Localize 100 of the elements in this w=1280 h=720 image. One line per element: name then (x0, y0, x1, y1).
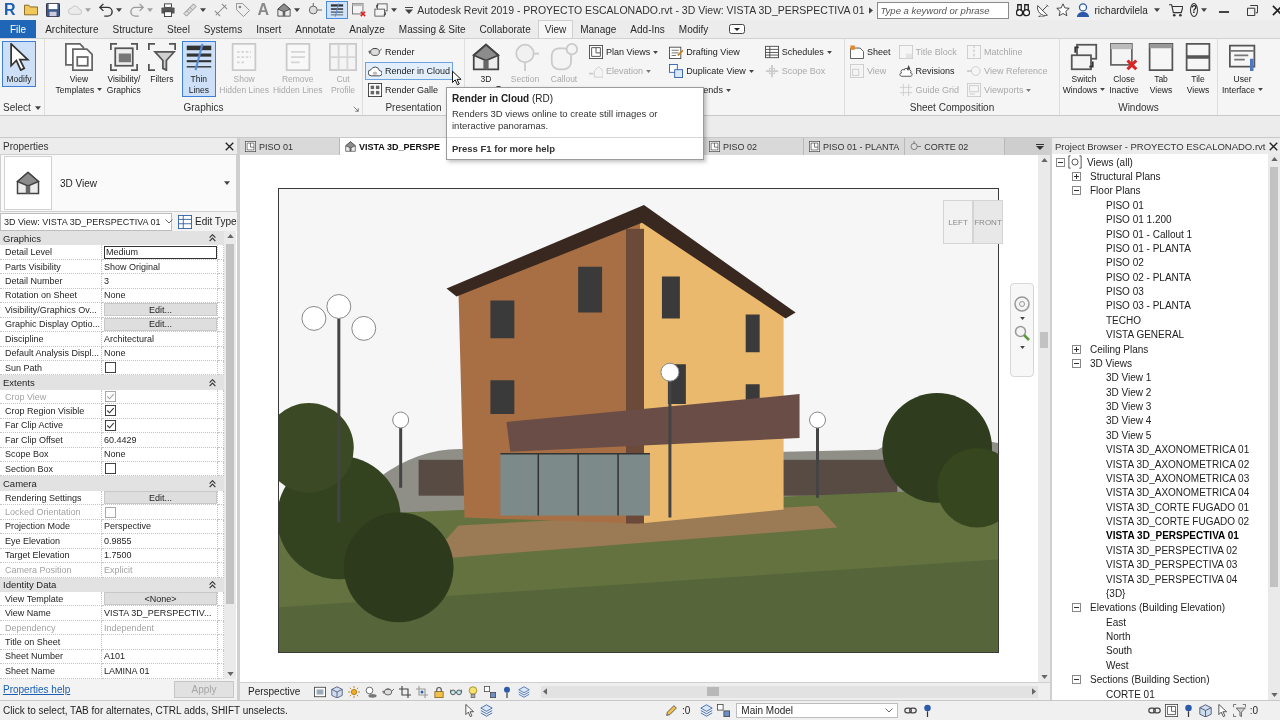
lightbulb-icon[interactable] (467, 685, 480, 698)
search-field[interactable]: Type a keyword or phrase (876, 1, 1009, 19)
ribbon-button[interactable]: Plan Views (586, 43, 662, 61)
ribbon-tab[interactable]: Analyze (342, 20, 392, 38)
cursor-icon[interactable] (463, 704, 476, 717)
ribbon-button[interactable]: Tab Views (1144, 41, 1178, 97)
properties-help-link[interactable]: Properties help (3, 684, 71, 695)
double-chevron-icon[interactable] (209, 234, 216, 243)
cube-icon[interactable] (331, 685, 344, 698)
tree-item[interactable]: PISO 01 (1106, 199, 1144, 211)
tree-item[interactable]: Ceiling Plans (1090, 343, 1149, 355)
ribbon-tab[interactable]: Collaborate (472, 20, 538, 38)
tree-item[interactable]: VISTA 3D_CORTE FUGADO 01 (1106, 501, 1249, 513)
caret-down-icon[interactable] (1040, 675, 1048, 679)
value-field[interactable]: Medium (104, 245, 217, 259)
crop-frame-icon[interactable] (416, 685, 429, 698)
ribbon-button[interactable]: ends (700, 81, 734, 99)
tree-item[interactable]: 3D View 5 (1106, 429, 1152, 441)
link-icon[interactable] (1147, 704, 1161, 717)
app-logo[interactable]: R (4, 1, 16, 19)
tree-item[interactable]: PISO 02 (1106, 257, 1144, 269)
plus-box-icon[interactable] (1072, 344, 1081, 354)
caret-right-icon[interactable] (1032, 688, 1036, 695)
shadow-icon[interactable] (365, 685, 378, 698)
ribbon-button[interactable]: Modify (2, 41, 36, 87)
minus-box-icon[interactable] (1072, 186, 1081, 196)
ribbon-button[interactable]: Drafting View (666, 43, 743, 61)
layers-icon[interactable] (700, 704, 714, 717)
tree-item[interactable]: North (1106, 631, 1131, 643)
ribbon-button[interactable]: Render in Cloud (365, 62, 454, 80)
ribbon-button[interactable]: Sheet (847, 43, 894, 61)
ribbon-button[interactable]: Filters (144, 41, 179, 87)
panel-toggle-icon[interactable] (729, 24, 746, 34)
tiles-icon[interactable] (484, 685, 497, 698)
tree-item[interactable]: Sections (Building Section) (1090, 674, 1210, 686)
scroll-thumb[interactable] (707, 687, 720, 696)
ribbon-button[interactable]: Thin Lines (181, 41, 216, 97)
double-chevron-icon[interactable] (209, 479, 216, 488)
ribbon-button[interactable]: Revisions (895, 62, 958, 80)
tree-item[interactable]: PISO 03 - PLANTA (1106, 300, 1191, 312)
view-tab[interactable]: PISO 01 (240, 138, 340, 155)
property-button[interactable]: Edit... (104, 303, 217, 317)
tree-item[interactable]: VISTA 3D_AXONOMETRICA 01 (1106, 444, 1250, 456)
tree-item[interactable]: VISTA 3D_PERSPECTIVA 02 (1106, 544, 1238, 556)
user-icon[interactable] (1075, 3, 1090, 17)
plus-box-icon[interactable] (1072, 172, 1081, 182)
close-icon[interactable] (1272, 4, 1280, 16)
tree-item[interactable]: VISTA 3D_PERSPECTIVA 03 (1106, 559, 1238, 571)
toolbar-button[interactable] (326, 1, 349, 19)
cursor-icon[interactable] (1215, 704, 1229, 717)
close-icon[interactable] (225, 141, 234, 151)
scroll-thumb[interactable] (226, 244, 234, 604)
link-icon[interactable] (904, 704, 918, 717)
tree-item[interactable]: 3D View 1 (1106, 372, 1152, 384)
funnel-icon[interactable] (1232, 704, 1246, 717)
pencil-icon[interactable] (665, 704, 678, 717)
tree-item[interactable]: 3D View 3 (1106, 401, 1152, 413)
ribbon-tab[interactable]: Structure (105, 20, 161, 38)
tree-item[interactable]: VISTA 3D_AXONOMETRICA 04 (1106, 487, 1250, 499)
teapot-icon[interactable] (382, 685, 395, 698)
ribbon-tab[interactable]: Insert (249, 20, 289, 38)
minus-box-icon[interactable] (1072, 358, 1081, 368)
floor-plan-icon[interactable] (1164, 704, 1178, 717)
tree-item[interactable]: VISTA 3D_AXONOMETRICA 02 (1106, 458, 1250, 470)
view-tab[interactable]: PISO 01 - PLANTA (804, 138, 906, 155)
ribbon-tab[interactable]: Systems (196, 20, 250, 38)
layers-icon[interactable] (480, 704, 493, 717)
ribbon-button[interactable]: User Interface (1220, 41, 1266, 97)
tree-item[interactable]: PISO 01 1.200 (1106, 214, 1172, 226)
ribbon-button[interactable]: Visibility/ Graphics (105, 41, 142, 97)
tree-item[interactable]: CORTE 01 (1106, 688, 1155, 700)
lock-icon[interactable] (433, 685, 446, 698)
close-icon[interactable] (1269, 141, 1278, 151)
cart-icon[interactable] (1168, 3, 1183, 17)
layers-icon[interactable] (518, 685, 531, 698)
tree-item[interactable]: Floor Plans (1090, 185, 1141, 197)
satellite-dish-icon[interactable] (1035, 3, 1050, 17)
view-tab[interactable]: PISO 02 (704, 138, 804, 155)
edit-type-button[interactable]: Edit Type (175, 213, 240, 230)
tree-item[interactable]: VISTA 3D_PERSPECTIVA 01 (1106, 530, 1239, 542)
tree-item[interactable]: 3D View 2 (1106, 386, 1152, 398)
tree-item[interactable]: Views (all) (1087, 156, 1133, 168)
sun-icon[interactable] (348, 685, 361, 698)
caret-bar-icon[interactable] (1036, 143, 1044, 150)
minus-box-icon[interactable] (1072, 675, 1081, 685)
ribbon-tab[interactable]: Massing & Site (391, 20, 473, 38)
ribbon-tab[interactable]: Manage (573, 20, 624, 38)
ribbon-button[interactable]: Schedules (761, 43, 835, 61)
checkbox[interactable] (105, 463, 116, 475)
binoculars-icon[interactable] (1015, 3, 1030, 17)
checkbox[interactable] (105, 362, 116, 374)
tree-item[interactable]: VISTA 3D_PERSPECTIVA 04 (1106, 573, 1238, 585)
property-button[interactable]: Edit... (104, 491, 217, 505)
tree-item[interactable]: VISTA 3D_AXONOMETRICA 03 (1106, 472, 1250, 484)
tree-item[interactable]: 3D View 4 (1106, 415, 1152, 427)
crop-icon[interactable] (399, 685, 412, 698)
checkbox[interactable] (105, 405, 116, 417)
ribbon-tab[interactable]: Architecture (38, 20, 106, 38)
ribbon-button[interactable]: Tile Views (1181, 41, 1215, 97)
tree-item[interactable]: PISO 02 - PLANTA (1106, 271, 1191, 283)
